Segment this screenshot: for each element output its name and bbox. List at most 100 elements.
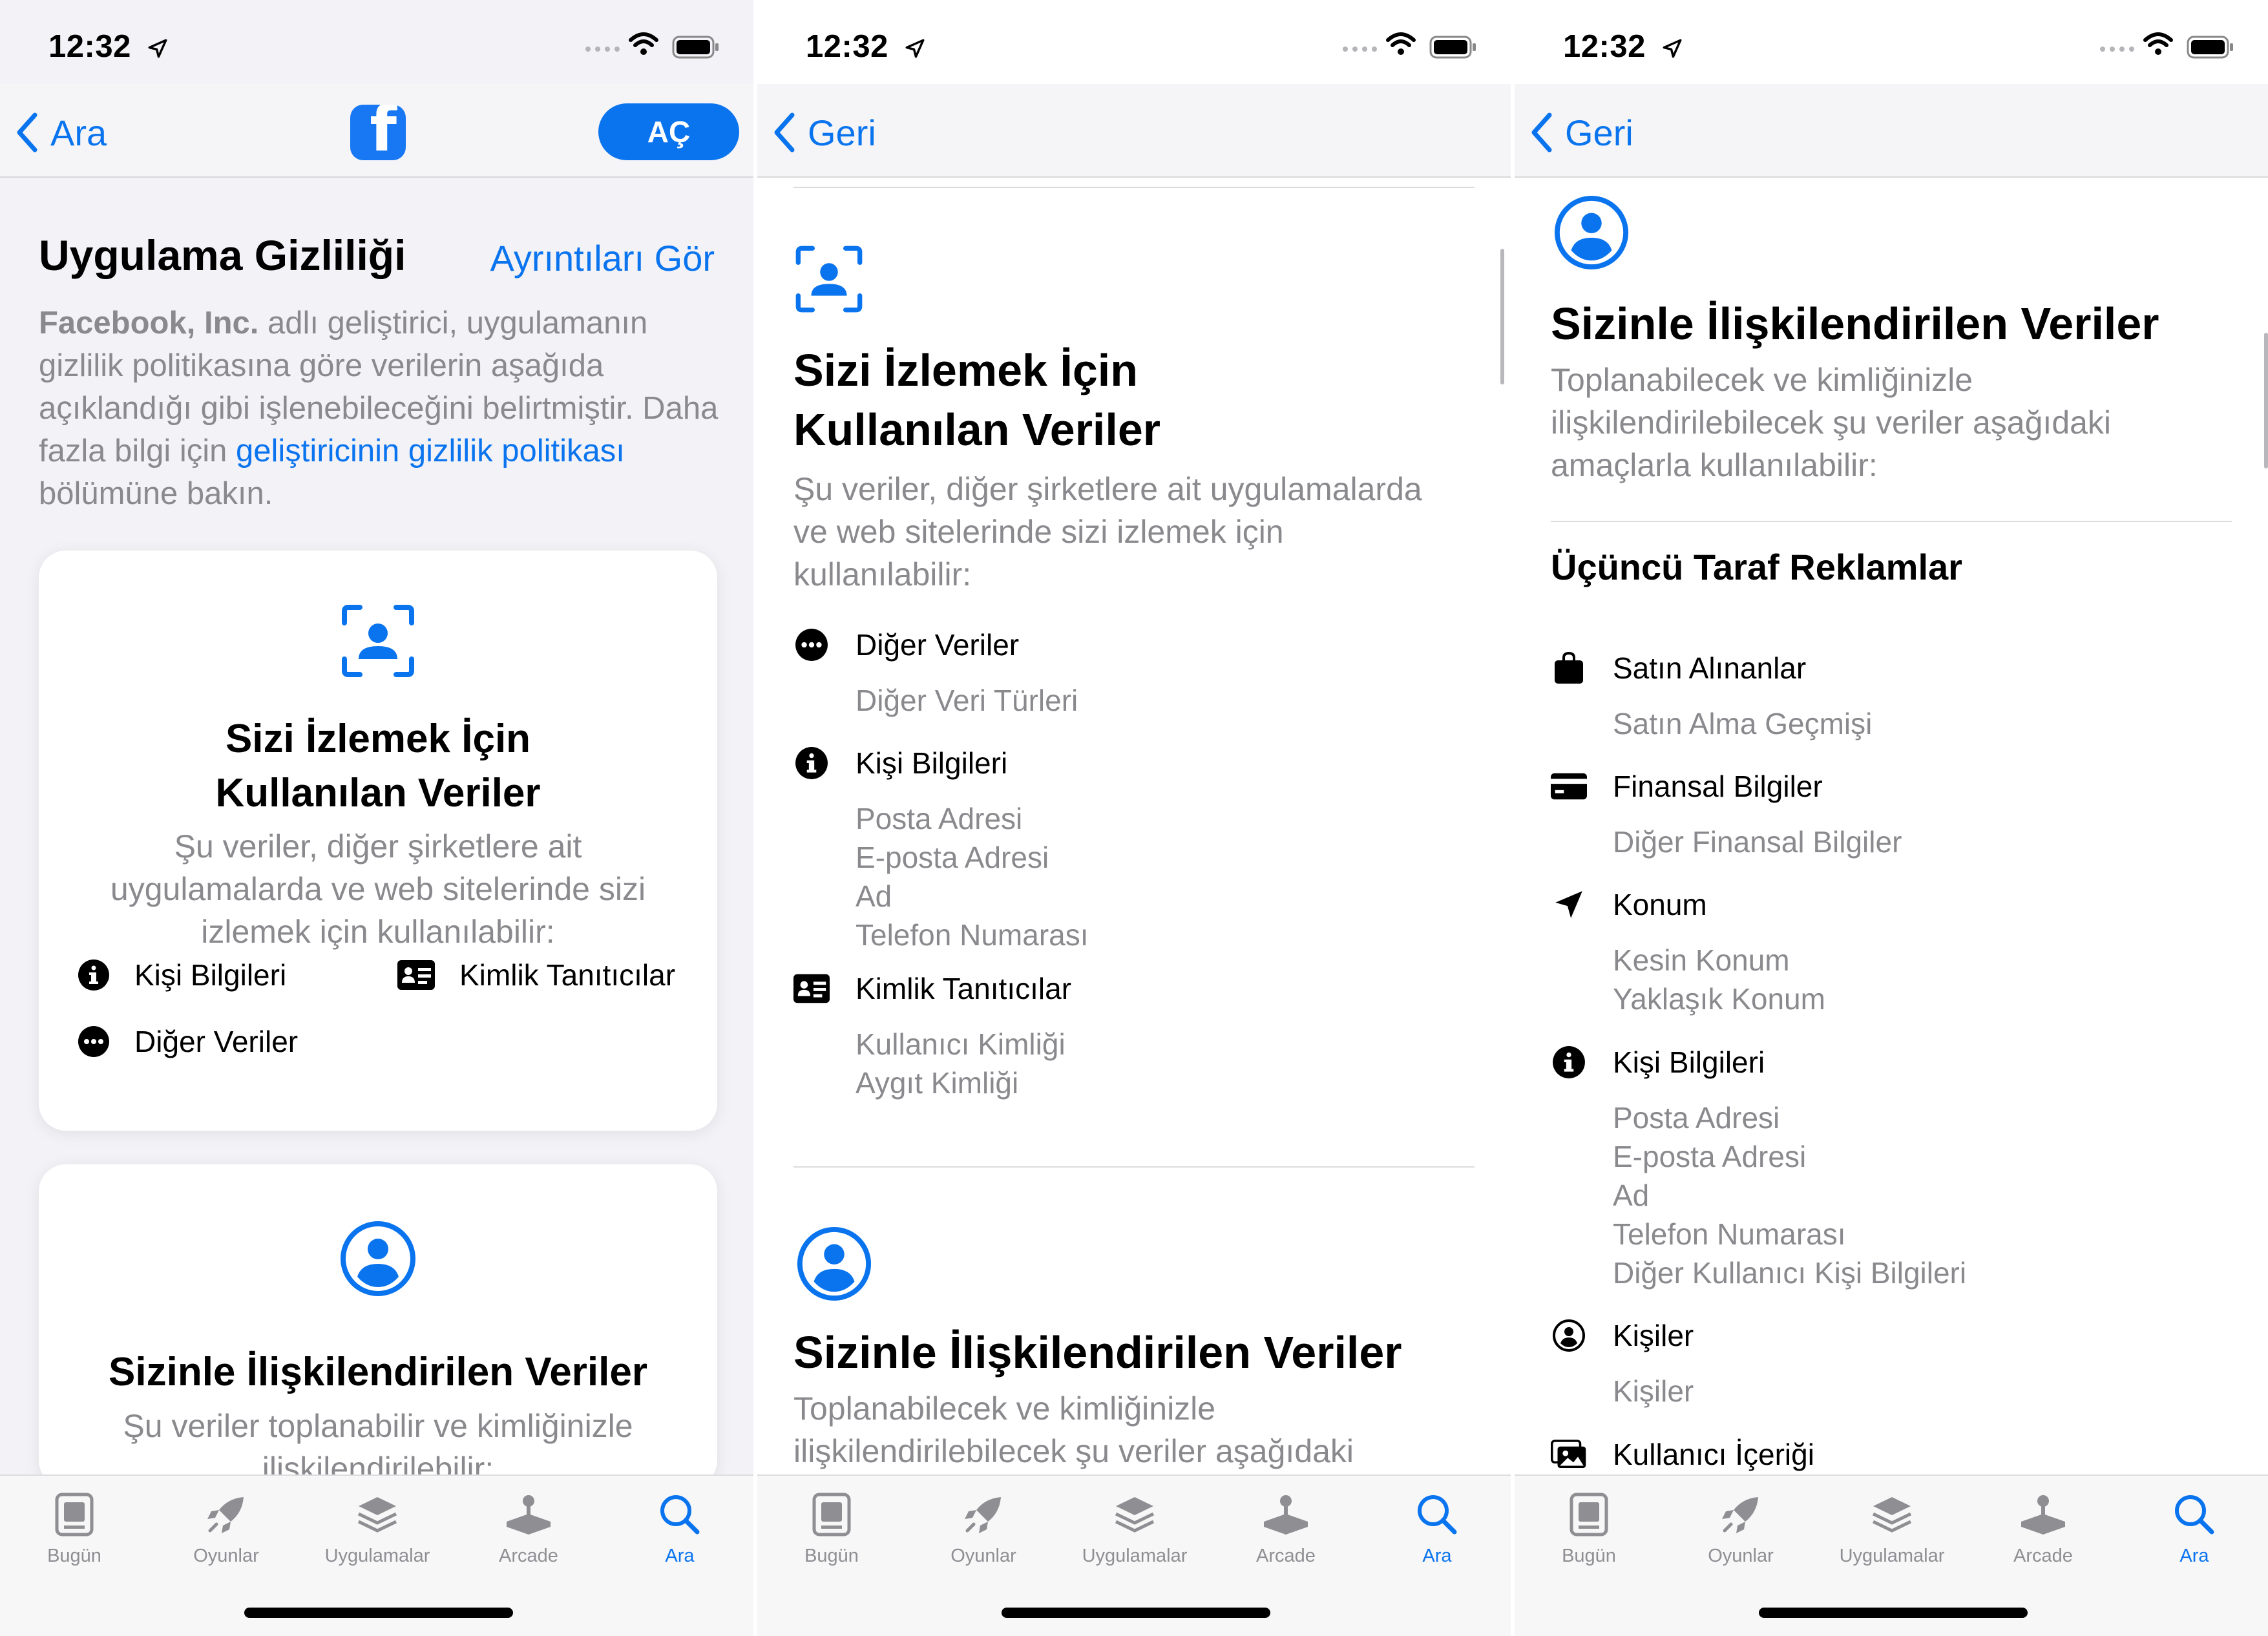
data-group-items: Diğer Finansal Bilgiler xyxy=(1613,825,1902,859)
facebook-app-icon: f xyxy=(350,105,406,160)
navigation-bar: Ara f AÇ xyxy=(0,84,753,178)
see-details-link[interactable]: Ayrıntıları Gör xyxy=(490,237,715,279)
info-icon xyxy=(795,747,828,779)
data-group-identifiers: Kimlik Tanıtıcılar xyxy=(793,970,1071,1007)
tab-arcade[interactable]: Arcade xyxy=(464,1489,593,1567)
joystick-icon xyxy=(507,1495,551,1535)
wifi-icon xyxy=(629,32,658,55)
tab-arcade[interactable]: Arcade xyxy=(1221,1489,1350,1567)
data-group-items: Satın Alma Geçmişi xyxy=(1613,707,1873,740)
section-description: Toplanabilecek ve kimliğinizle ilişkilen… xyxy=(793,1390,1354,1469)
person-circle-icon xyxy=(1553,1319,1585,1352)
tab-today[interactable]: Bugün xyxy=(1524,1489,1654,1567)
id-card-icon xyxy=(793,974,830,1003)
info-icon xyxy=(1553,1046,1585,1078)
data-group-contact-info: Kişi Bilgileri xyxy=(793,745,1007,781)
cellular-signal-icon xyxy=(2100,47,2134,52)
back-button[interactable]: Ara xyxy=(16,110,107,155)
page-title: Sizinle İlişkilendirilen Veriler xyxy=(1551,299,2159,349)
linked-data-card[interactable]: Sizinle İlişkilendirilen Veriler Şu veri… xyxy=(39,1164,717,1474)
id-card-icon xyxy=(397,960,435,990)
location-arrow-icon xyxy=(1663,39,1682,58)
status-time: 12:32 xyxy=(48,28,169,65)
more-icon xyxy=(795,629,828,661)
tab-games[interactable]: Oyunlar xyxy=(1676,1489,1805,1567)
person-circle-icon xyxy=(341,1221,415,1296)
search-icon xyxy=(660,1495,700,1535)
credit-card-icon xyxy=(1551,773,1587,800)
card-item-identifiers: Kimlik Tanıtıcılar xyxy=(397,958,675,992)
search-icon xyxy=(1418,1495,1457,1535)
tab-search[interactable]: Ara xyxy=(1372,1489,1502,1567)
today-icon xyxy=(55,1493,94,1536)
tab-apps[interactable]: Uygulamalar xyxy=(1827,1489,1957,1567)
tab-apps[interactable]: Uygulamalar xyxy=(1070,1489,1199,1567)
tab-today[interactable]: Bugün xyxy=(10,1489,139,1567)
data-group-items: Posta Adresi E-posta Adresi Ad Telefon N… xyxy=(1613,1101,1967,1290)
info-icon xyxy=(78,960,109,991)
cellular-signal-icon xyxy=(1343,47,1377,52)
back-button[interactable]: Geri xyxy=(773,110,876,155)
card-title: Sizinle İlişkilendirilen Veriler xyxy=(109,1350,647,1394)
scrollbar[interactable] xyxy=(1500,249,1504,384)
data-group-location: Konum xyxy=(1551,886,1707,923)
tab-arcade[interactable]: Arcade xyxy=(1979,1489,2108,1567)
person-circle-icon xyxy=(797,1226,872,1301)
data-group-user-content: Kullanıcı İçeriği xyxy=(1551,1436,1814,1473)
layers-icon xyxy=(357,1497,397,1533)
rocket-icon xyxy=(207,1497,244,1533)
tracking-content: Sizi İzlemek İçin Kullanılan Veriler Şu … xyxy=(757,179,1511,1474)
data-group-items: Kişiler xyxy=(1613,1374,1694,1408)
today-icon xyxy=(812,1493,851,1536)
data-group-other: Diğer Veriler xyxy=(793,627,1019,663)
navigation-bar: Geri xyxy=(757,84,1511,178)
data-group-contact-info: Kişi Bilgileri xyxy=(1551,1044,1765,1080)
data-group-items: Diğer Veri Türleri xyxy=(856,684,1078,717)
tab-apps[interactable]: Uygulamalar xyxy=(313,1489,442,1567)
joystick-icon xyxy=(2021,1495,2065,1535)
person-circle-icon xyxy=(1554,195,1629,270)
tab-games[interactable]: Oyunlar xyxy=(919,1489,1048,1567)
tab-search[interactable]: Ara xyxy=(2130,1489,2259,1567)
tab-search[interactable]: Ara xyxy=(615,1489,744,1567)
developer-name: Facebook, Inc. xyxy=(39,306,259,341)
status-bar: 12:32 xyxy=(757,0,1511,84)
chevron-left-icon xyxy=(774,112,795,152)
back-label: Geri xyxy=(808,112,876,153)
privacy-content: Uygulama Gizliliği Ayrıntıları Gör Faceb… xyxy=(0,179,753,1474)
privacy-policy-link[interactable]: geliştiricinin gizlilik politikası xyxy=(236,434,625,468)
tab-today[interactable]: Bugün xyxy=(767,1489,896,1567)
back-label: Ara xyxy=(50,112,107,153)
layers-icon xyxy=(1115,1497,1155,1533)
home-indicator[interactable] xyxy=(244,1608,513,1618)
rocket-icon xyxy=(965,1497,1001,1533)
screen-linked-data: 12:32 Geri Sizinle İlişkilendirilen Veri… xyxy=(1515,0,2268,1636)
rocket-icon xyxy=(1722,1497,1758,1533)
tracking-data-card[interactable]: Sizi İzlemek İçin Kullanılan Veriler Şu … xyxy=(39,551,717,1131)
back-button[interactable]: Geri xyxy=(1530,110,1633,155)
joystick-icon xyxy=(1264,1495,1308,1535)
data-group-purchases: Satın Alınanlar xyxy=(1551,650,1806,686)
scrollbar[interactable] xyxy=(2264,333,2268,468)
chevron-left-icon xyxy=(1531,112,1552,152)
data-group-items: Posta Adresi E-posta Adresi Ad Telefon N… xyxy=(856,802,1089,952)
photos-icon xyxy=(1551,1440,1586,1468)
status-time: 12:32 xyxy=(1563,28,1683,65)
linked-data-content: Sizinle İlişkilendirilen Veriler Toplana… xyxy=(1515,179,2268,1474)
card-item-contact-info: Kişi Bilgileri xyxy=(78,958,286,992)
tab-bar: Bugün Oyunlar Uygulamalar Arcade Ara xyxy=(757,1474,1511,1636)
page-description: Toplanabilecek ve kimliğinizle ilişkilen… xyxy=(1551,362,2112,483)
card-item-other-data: Diğer Veriler xyxy=(78,1024,298,1059)
status-bar: 12:32 xyxy=(1515,0,2268,84)
location-arrow-icon xyxy=(905,39,925,58)
home-indicator[interactable] xyxy=(1759,1608,2028,1618)
tab-bar: Bugün Oyunlar Uygulamalar Arcade Ara xyxy=(1515,1474,2268,1636)
open-button[interactable]: AÇ xyxy=(598,103,739,160)
page-description: Şu veriler, diğer şirketlere ait uygulam… xyxy=(793,471,1422,593)
data-group-items: Kullanıcı Kimliği Aygıt Kimliği xyxy=(856,1027,1066,1100)
data-group-contacts: Kişiler xyxy=(1551,1317,1694,1354)
wifi-icon xyxy=(2143,32,2173,55)
tab-games[interactable]: Oyunlar xyxy=(162,1489,291,1567)
home-indicator[interactable] xyxy=(1002,1608,1270,1618)
search-icon xyxy=(2175,1495,2214,1535)
